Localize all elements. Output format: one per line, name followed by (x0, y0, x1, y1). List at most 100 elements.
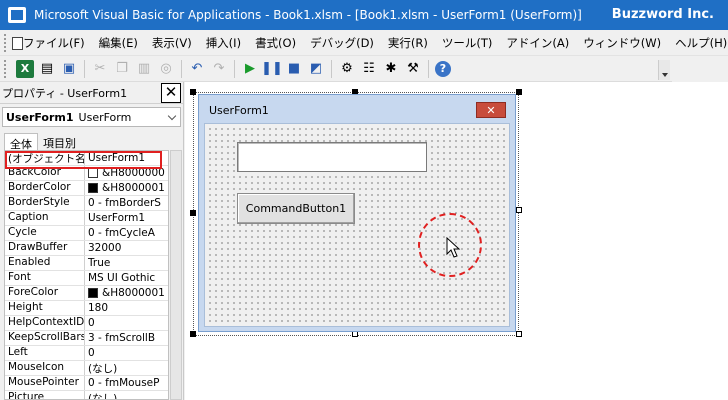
break-icon[interactable]: ❚❚ (261, 60, 283, 78)
project-explorer-icon[interactable]: ⚙ (338, 60, 356, 78)
property-row[interactable]: Picture (なし) (5, 391, 168, 400)
property-value[interactable]: True (85, 256, 168, 270)
property-row[interactable]: Enabled True (5, 256, 168, 271)
command-button[interactable]: CommandButton1 (237, 193, 355, 224)
property-name: Left (5, 346, 85, 360)
reset-icon[interactable]: ■ (285, 60, 303, 78)
close-icon[interactable]: ✕ (161, 82, 181, 103)
property-value[interactable]: 0 - fmCycleA (85, 226, 168, 240)
property-name: DrawBuffer (5, 241, 85, 255)
menu-view[interactable]: 表示(V) (145, 35, 199, 51)
property-value[interactable]: &H8000001 (85, 181, 168, 195)
property-value-text: 180 (88, 302, 109, 314)
property-value-text: 0 - fmCycleA (88, 227, 155, 239)
redo-icon[interactable]: ↷ (210, 60, 228, 78)
cut-icon[interactable]: ✂ (91, 60, 109, 78)
property-row[interactable]: ForeColor &H8000001 (5, 286, 168, 301)
property-value[interactable]: UserForm1 (85, 151, 168, 165)
property-row[interactable]: (オブジェクト名) UserForm1 (5, 151, 168, 166)
property-row[interactable]: Cycle 0 - fmCycleA (5, 226, 168, 241)
property-row[interactable]: BorderColor &H8000001 (5, 181, 168, 196)
property-value[interactable]: 180 (85, 301, 168, 315)
property-value[interactable]: 32000 (85, 241, 168, 255)
object-browser-icon[interactable]: ✱ (382, 60, 400, 78)
property-value[interactable]: UserForm1 (85, 211, 168, 225)
help-icon[interactable]: ? (435, 60, 451, 77)
menu-insert[interactable]: 挿入(I) (199, 35, 248, 51)
undo-icon[interactable]: ↶ (188, 60, 206, 78)
vba-app-icon[interactable] (8, 7, 26, 23)
title-bar: Microsoft Visual Basic for Applications … (0, 0, 728, 30)
excel-icon[interactable]: X (16, 59, 34, 78)
property-grid-scrollbar[interactable] (170, 150, 182, 400)
menu-format[interactable]: 書式(O) (248, 35, 303, 51)
save-icon[interactable]: ▣ (60, 60, 78, 78)
menu-file[interactable]: ファイル(F) (16, 35, 92, 51)
userform-close-button[interactable]: ✕ (476, 102, 506, 118)
copy-icon[interactable]: ❐ (113, 60, 131, 78)
userform-title-bar: UserForm1 ✕ (199, 95, 515, 123)
property-row[interactable]: HelpContextID 0 (5, 316, 168, 331)
property-value-text: (なし) (88, 392, 118, 400)
property-value[interactable]: &H8000000 (85, 166, 168, 180)
property-value[interactable]: MS UI Gothic (85, 271, 168, 285)
menu-help[interactable]: ヘルプ(H) (668, 35, 728, 51)
menu-edit[interactable]: 編集(E) (92, 35, 145, 51)
property-name: Font (5, 271, 85, 285)
resize-handle (190, 210, 196, 216)
property-grid: (オブジェクト名) UserForm1 BackColor &H8000000 Bord… (4, 150, 169, 400)
property-value[interactable]: &H8000001 (85, 286, 168, 300)
menu-debug[interactable]: デバッグ(D) (303, 35, 381, 51)
find-icon[interactable]: ◎ (157, 60, 175, 78)
insert-userform-icon[interactable]: ▤ (38, 60, 56, 78)
textbox-control[interactable] (237, 142, 427, 172)
property-row[interactable]: BorderStyle 0 - fmBorderS (5, 196, 168, 211)
property-name: Picture (5, 391, 85, 399)
resize-handle (190, 331, 196, 337)
chevron-down-icon (167, 111, 177, 121)
property-value-text: 32000 (88, 242, 122, 254)
toolbar-grip[interactable] (4, 59, 10, 78)
property-row[interactable]: BackColor &H8000000 (5, 166, 168, 181)
property-row[interactable]: DrawBuffer 32000 (5, 241, 168, 256)
property-value-text: 0 (88, 317, 95, 329)
properties-icon[interactable]: ☷ (360, 60, 378, 78)
brand-label: Buzzword Inc. (611, 7, 714, 22)
menu-addins[interactable]: アドイン(A) (499, 35, 576, 51)
menu-tools[interactable]: ツール(T) (435, 35, 500, 51)
toolbar-options-icon[interactable] (658, 60, 670, 80)
property-value[interactable]: 0 (85, 316, 168, 330)
property-value-text: &H8000001 (102, 287, 165, 299)
property-row[interactable]: KeepScrollBars 3 - fmScrollB (5, 331, 168, 346)
property-value[interactable]: 0 - fmBorderS (85, 196, 168, 210)
menubar-grip[interactable] (4, 33, 6, 52)
color-swatch-icon (88, 183, 98, 193)
property-value[interactable]: (なし) (85, 361, 168, 375)
property-row[interactable]: MouseIcon (なし) (5, 361, 168, 376)
property-name: BackColor (5, 166, 85, 180)
run-icon[interactable]: ▶ (241, 60, 259, 78)
toolbox-icon[interactable]: ⚒ (404, 60, 422, 78)
object-selector[interactable]: UserForm1 UserForm (2, 107, 181, 127)
design-mode-icon[interactable]: ◩ (307, 60, 325, 78)
resize-handle (516, 89, 522, 95)
menu-run[interactable]: 実行(R) (381, 35, 435, 51)
resize-handle[interactable] (516, 207, 522, 213)
property-value[interactable]: 3 - fmScrollB (85, 331, 168, 345)
paste-icon[interactable]: ▥ (135, 60, 153, 78)
property-value[interactable]: (なし) (85, 391, 168, 400)
property-row[interactable]: Caption UserForm1 (5, 211, 168, 226)
property-row[interactable]: Height 180 (5, 301, 168, 316)
property-value[interactable]: 0 (85, 346, 168, 360)
menu-window[interactable]: ウィンドウ(W) (576, 35, 668, 51)
properties-window: プロパティ - UserForm1 ✕ UserForm1 UserForm 全… (0, 82, 184, 400)
property-value[interactable]: 0 - fmMouseP (85, 376, 168, 390)
resize-handle[interactable] (516, 331, 522, 337)
standard-toolbar: X ▤ ▣ ✂ ❐ ▥ ◎ ↶ ↷ ▶ ❚❚ ■ ◩ ⚙ ☷ ✱ ⚒ ? (0, 56, 672, 82)
toolbar-separator (331, 59, 332, 78)
property-row[interactable]: Font MS UI Gothic (5, 271, 168, 286)
property-row[interactable]: MousePointer 0 - fmMouseP (5, 376, 168, 391)
property-row[interactable]: Left 0 (5, 346, 168, 361)
property-name: (オブジェクト名) (5, 151, 85, 165)
property-name: MousePointer (5, 376, 85, 390)
